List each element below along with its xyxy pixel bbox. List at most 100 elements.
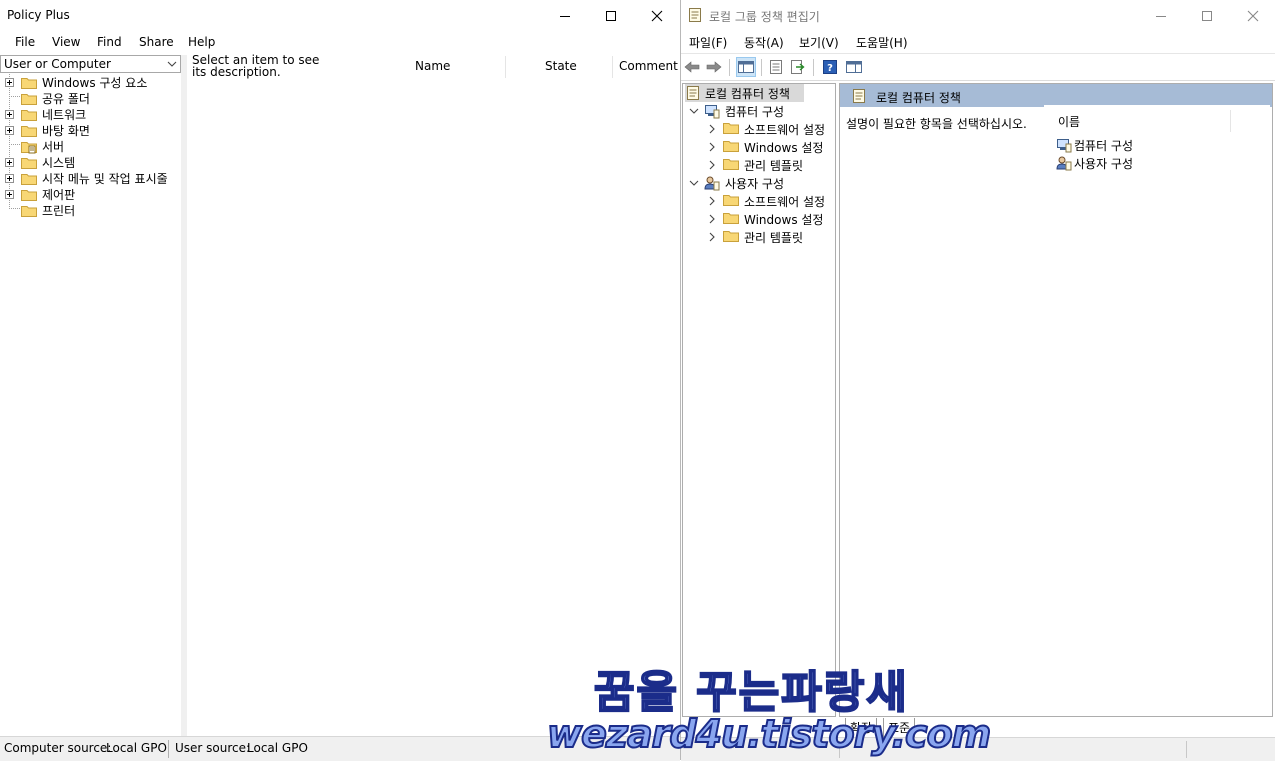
expand-plus-icon[interactable] [5,78,14,87]
menu-view[interactable]: View [52,35,80,49]
list-properties-icon [770,60,782,74]
tree-item-start-menu-taskbar[interactable]: 시작 메뉴 및 작업 표시줄 [0,170,181,186]
folder-icon [21,78,37,89]
menu-view[interactable]: 보기(V) [799,34,839,51]
window-title: 로컬 그룹 정책 편집기 [709,10,820,24]
tree-item-shared-folders[interactable]: 공유 폴더 [0,90,181,106]
column-divider[interactable] [612,56,613,78]
folder-icon [723,141,739,152]
action-pane-icon [846,61,862,73]
tree-item-user-config[interactable]: 사용자 구성 [685,174,835,192]
user-source-value: Local GPO [247,741,308,755]
chevron-right-icon[interactable] [707,142,717,152]
tree-item-label: 제어판 [42,188,76,202]
maximize-button[interactable] [1184,0,1230,31]
folder-icon [21,206,37,217]
expand-plus-icon[interactable] [5,190,14,199]
list-item-user-config[interactable]: 사용자 구성 [1056,154,1236,172]
menu-help[interactable]: 도움말(H) [856,34,908,51]
tree-item-label: Windows 설정 [744,213,824,227]
folder-icon [21,158,37,169]
folder-icon [21,94,37,105]
forward-button[interactable] [705,58,723,76]
minimize-button[interactable] [542,0,588,31]
svg-text:?: ? [827,63,833,74]
tree-item-label: 사용자 구성 [725,177,785,191]
tree-item-system[interactable]: 시스템 [0,154,181,170]
computer-source-value: Local GPO [106,741,167,755]
scope-combobox-value: User or Computer [4,57,111,71]
chevron-down-icon[interactable] [689,178,699,188]
computer-config-icon [1057,139,1072,153]
policy-plus-menubar: File View Find Share Help [0,31,680,53]
export-list-button[interactable] [789,58,807,76]
tree-item-label: 프린터 [42,204,76,218]
tree-item-computer-windows-settings[interactable]: Windows 설정 [685,138,835,156]
tree-item-label: Windows 설정 [744,141,824,155]
column-header-name[interactable]: 이름 [1058,113,1080,130]
tree-item-control-panel[interactable]: 제어판 [0,186,181,202]
close-button[interactable] [1230,0,1275,31]
folder-icon [723,231,739,242]
show-hide-tree-button[interactable] [736,57,756,77]
pane-splitter[interactable] [181,55,187,736]
help-button[interactable]: ? [821,58,839,76]
menu-share[interactable]: Share [139,35,174,49]
chevron-right-icon[interactable] [707,214,717,224]
column-divider[interactable] [505,56,506,78]
details-header: 로컬 컴퓨터 정책 [840,84,1272,107]
column-header-state[interactable]: State [545,59,577,73]
tree-item-printers[interactable]: 프린터 [0,202,181,218]
close-icon [1247,10,1259,21]
tree-item-user-windows-settings[interactable]: Windows 설정 [685,210,835,228]
toolbar-separator [813,59,814,76]
chevron-right-icon[interactable] [707,196,717,206]
tree-item-computer-software-settings[interactable]: 소프트웨어 설정 [685,120,835,138]
minimize-button[interactable] [1138,0,1184,31]
back-button[interactable] [683,58,701,76]
tree-item-label: 공유 폴더 [42,92,90,106]
gpedit-titlebar[interactable]: 로컬 그룹 정책 편집기 [681,0,1275,31]
policy-document-icon [687,86,699,100]
chevron-right-icon[interactable] [707,124,717,134]
properties-button[interactable] [767,58,785,76]
tree-item-windows-components[interactable]: Windows 구성 요소 [0,74,181,90]
tree-item-local-computer-policy[interactable]: 로컬 컴퓨터 정책 [685,84,835,102]
list-item-computer-config[interactable]: 컴퓨터 구성 [1056,136,1236,154]
expand-plus-icon[interactable] [5,110,14,119]
tree-item-label: 컴퓨터 구성 [725,105,785,119]
details-description: 설명이 필요한 항목을 선택하십시오. [846,117,1027,131]
menu-action[interactable]: 동작(A) [744,34,784,51]
column-header-name[interactable]: Name [415,59,450,73]
menu-file[interactable]: 파일(F) [689,34,727,51]
chevron-right-icon[interactable] [707,160,717,170]
tree-item-computer-config[interactable]: 컴퓨터 구성 [685,102,835,120]
column-header-comment[interactable]: Comment [619,59,678,73]
tree-item-desktop[interactable]: 바탕 화면 [0,122,181,138]
list-item-label: 컴퓨터 구성 [1074,139,1134,153]
maximize-button[interactable] [588,0,634,31]
tree-item-user-software-settings[interactable]: 소프트웨어 설정 [685,192,835,210]
tree-item-user-admin-templates[interactable]: 관리 템플릿 [685,228,835,246]
menu-file[interactable]: File [15,35,35,49]
tree-item-label: Windows 구성 요소 [42,76,148,90]
expand-plus-icon[interactable] [5,174,14,183]
tree-item-computer-admin-templates[interactable]: 관리 템플릿 [685,156,835,174]
policy-plus-titlebar[interactable]: Policy Plus [0,0,680,31]
tree-item-label: 소프트웨어 설정 [744,195,826,209]
tree-item-network[interactable]: 네트워크 [0,106,181,122]
scope-combobox[interactable]: User or Computer [0,55,181,73]
chevron-down-icon[interactable] [689,106,699,116]
chevron-right-icon[interactable] [707,232,717,242]
menu-help[interactable]: Help [188,35,215,49]
show-action-pane-button[interactable] [845,58,863,76]
arrow-left-icon [684,61,700,73]
column-divider[interactable] [1230,110,1231,132]
close-button[interactable] [634,0,680,31]
folder-icon [21,174,37,185]
gpedit-window: 로컬 그룹 정책 편집기 파일(F) 동작(A) 보기(V) 도움말(H) ? … [680,0,1275,761]
expand-plus-icon[interactable] [5,126,14,135]
expand-plus-icon[interactable] [5,158,14,167]
menu-find[interactable]: Find [97,35,122,49]
tree-item-server[interactable]: 서버 [0,138,181,154]
